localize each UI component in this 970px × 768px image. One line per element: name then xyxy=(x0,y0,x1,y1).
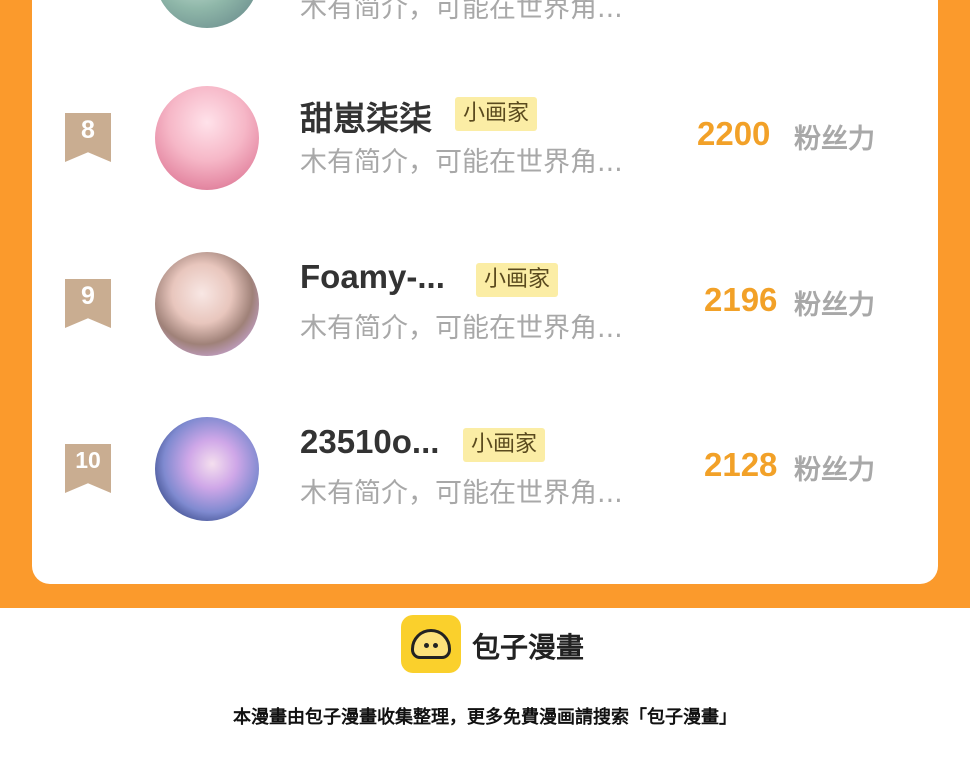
user-desc: 木有简介，可能在世界角... xyxy=(300,147,623,178)
footer-note: 本漫畫由包子漫畫收集整理，更多免費漫画請搜索「包子漫畫」 xyxy=(233,707,737,728)
fan-score-label: 粉丝力 xyxy=(794,124,875,155)
user-desc: 木有简介，可能在世界角... xyxy=(300,478,623,509)
title-tag: 小画家 xyxy=(455,97,538,131)
avatar[interactable] xyxy=(155,417,259,521)
user-desc-partial: 木有简介，可能在世界角... xyxy=(300,0,623,24)
title-tag: 小画家 xyxy=(476,263,559,297)
fan-score-label: 粉丝力 xyxy=(794,455,875,486)
ranking-row[interactable]: 10 23510o... 小画家 木有简介，可能在世界角... 2128 粉丝力 xyxy=(32,411,938,521)
logo-text: 包子漫畫 xyxy=(472,631,585,664)
avatar[interactable] xyxy=(155,252,259,356)
ranking-card: 木有简介，可能在世界角... 8 甜崽柒柒 小画家 木有简介，可能在世界角...… xyxy=(32,0,938,584)
ranking-row[interactable]: 9 Foamy-... 小画家 木有简介，可能在世界角... 2196 粉丝力 xyxy=(32,246,938,356)
user-name[interactable]: 23510o... xyxy=(300,423,439,461)
rank-badge: 9 xyxy=(65,279,111,328)
rank-badge: 8 xyxy=(65,113,111,162)
rank-badge: 10 xyxy=(65,444,111,493)
title-tag: 小画家 xyxy=(463,428,546,462)
fan-score: 2200 xyxy=(697,115,771,152)
baozi-logo-icon xyxy=(401,615,461,673)
avatar[interactable] xyxy=(155,86,259,190)
fan-score: 2128 xyxy=(704,446,778,483)
fan-score: 2196 xyxy=(704,281,778,318)
user-name[interactable]: Foamy-... xyxy=(300,258,445,296)
ranking-row[interactable]: 8 甜崽柒柒 小画家 木有简介，可能在世界角... 2200 粉丝力 xyxy=(32,80,938,190)
user-desc: 木有简介，可能在世界角... xyxy=(300,313,623,344)
fan-score-label: 粉丝力 xyxy=(794,290,875,321)
user-name[interactable]: 甜崽柒柒 xyxy=(300,92,432,140)
avatar-partial[interactable] xyxy=(155,0,259,28)
